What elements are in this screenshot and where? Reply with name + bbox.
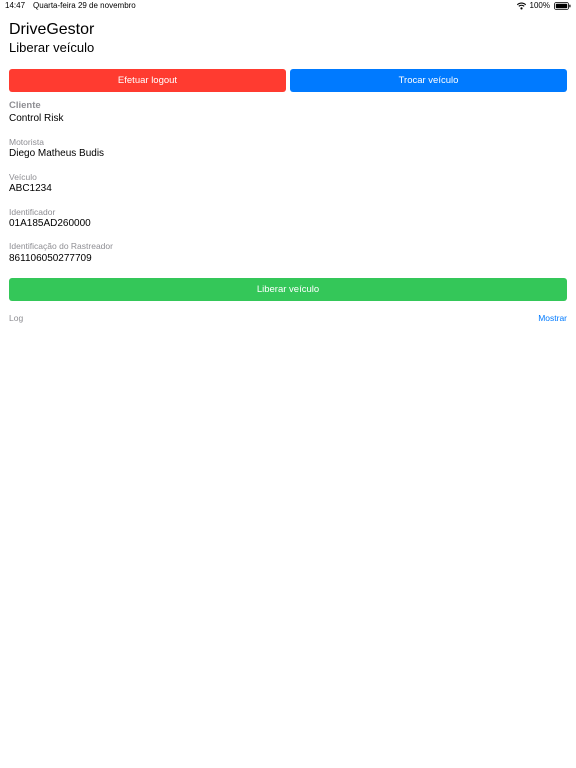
status-time: 14:47 xyxy=(5,1,26,10)
battery-percent: 100% xyxy=(529,1,550,10)
client-value: Control Risk xyxy=(9,113,64,124)
switch-vehicle-button[interactable]: Trocar veículo xyxy=(290,69,567,92)
client-label: Cliente xyxy=(9,100,41,111)
show-log-link[interactable]: Mostrar xyxy=(538,313,567,324)
release-vehicle-screen: 14:47 Quarta-feira 29 de novembro 100% D… xyxy=(0,0,576,768)
log-label: Log xyxy=(9,313,24,323)
status-right: 100% xyxy=(516,0,571,12)
release-vehicle-button[interactable]: Liberar veículo xyxy=(9,278,567,301)
tracker-label: Identificação do Rastreador xyxy=(9,241,113,251)
driver-value: Diego Matheus Budis xyxy=(9,148,105,159)
status-bar: 14:47 Quarta-feira 29 de novembro 100% xyxy=(0,0,576,12)
vehicle-value: ABC1234 xyxy=(9,183,52,194)
battery-icon xyxy=(554,2,571,10)
app-title: DriveGestor xyxy=(9,21,95,38)
identifier-value: 01A185AD260000 xyxy=(9,218,91,229)
screen-title: Liberar veículo xyxy=(9,40,95,55)
wifi-icon xyxy=(516,2,526,10)
status-left: 14:47 Quarta-feira 29 de novembro xyxy=(5,0,136,12)
status-date: Quarta-feira 29 de novembro xyxy=(33,1,136,10)
tracker-value: 861106050277709 xyxy=(9,253,92,264)
logout-button[interactable]: Efetuar logout xyxy=(9,69,286,92)
